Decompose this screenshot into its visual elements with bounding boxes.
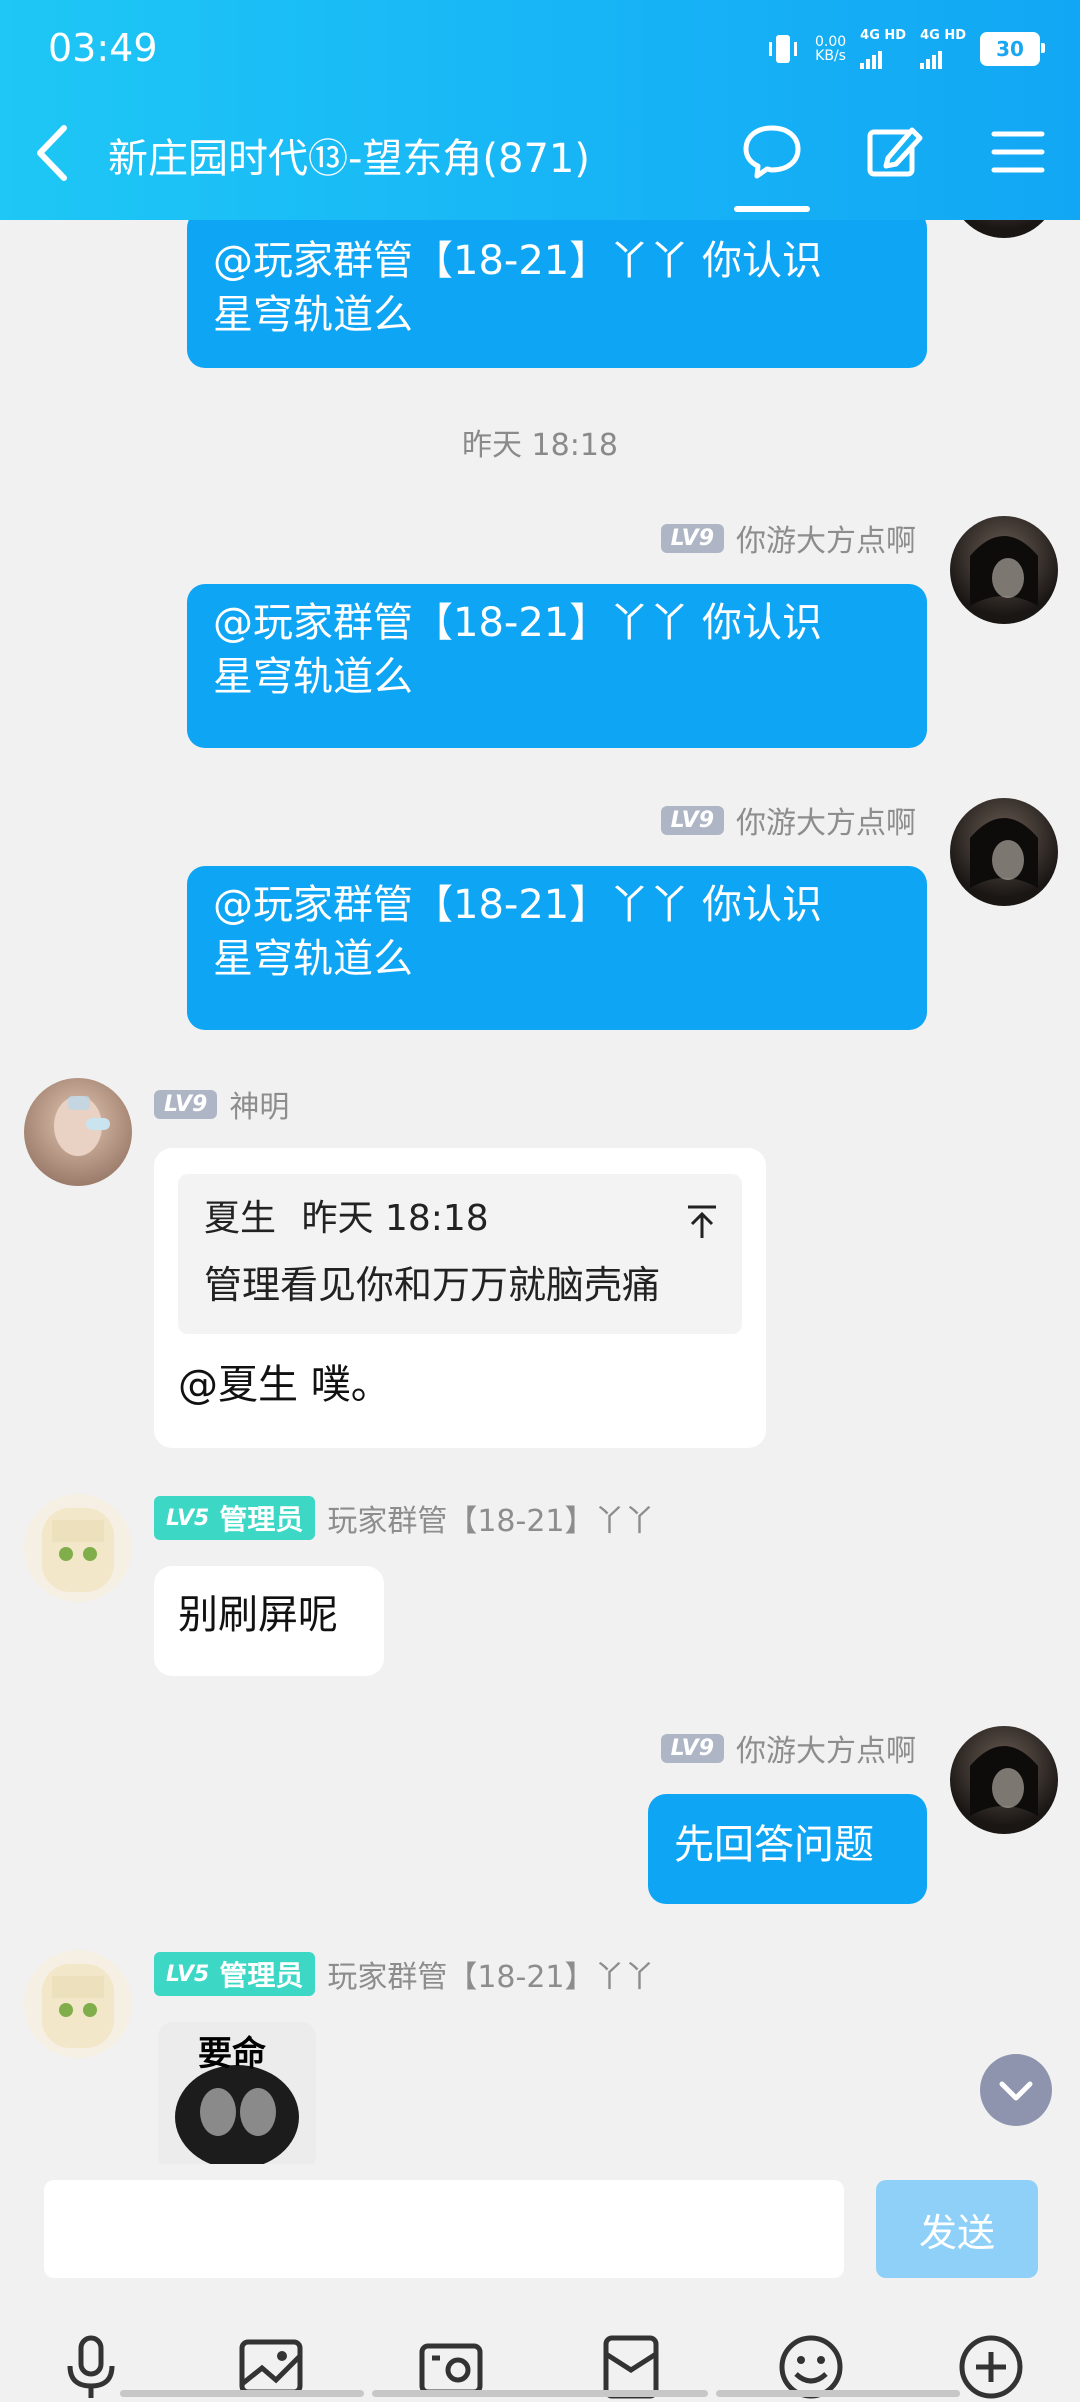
- message-text: 别刷屏呢: [178, 1592, 338, 1638]
- microphone-icon[interactable]: [56, 2332, 126, 2402]
- battery-indicator: 30: [980, 31, 1045, 66]
- avatar[interactable]: [950, 220, 1058, 238]
- chat-icon[interactable]: [740, 120, 804, 184]
- sender-name[interactable]: 玩家群管【18-21】丫丫: [327, 1496, 654, 1540]
- sender-name[interactable]: 玩家群管【18-21】丫丫: [327, 1952, 654, 1996]
- app-header: 03:49 0.00 KB/s 4G HD 4G HD 30 新庄园时代⑬-望东…: [0, 0, 1080, 220]
- chevron-down-icon: [999, 2081, 1033, 2101]
- chat-scroll-area[interactable]: @玩家群管【18-21】丫丫 你认识 星穹轨道么 昨天 18:18 LV9 你游…: [0, 220, 1080, 2164]
- message-text: 先回答问题: [674, 1822, 874, 1868]
- input-bar: 发送: [0, 2164, 1080, 2400]
- admin-badge: LV5 管理员: [154, 1496, 316, 1540]
- level-badge: LV9: [660, 805, 724, 835]
- sticker-image[interactable]: 要命: [158, 2022, 316, 2164]
- avatar-image: [970, 1746, 1038, 1816]
- menu-icon[interactable]: [986, 120, 1050, 184]
- avatar-image: [42, 1964, 114, 2048]
- sender-info: LV9 你游大方点啊: [660, 516, 916, 560]
- time-separator: 昨天 18:18: [462, 428, 618, 463]
- jump-to-original-icon[interactable]: [686, 1204, 718, 1240]
- quote-time: 昨天 18:18: [301, 1198, 489, 1239]
- avatar[interactable]: [950, 798, 1058, 906]
- message-bubble[interactable]: @玩家群管【18-21】丫丫 你认识 星穹轨道么: [187, 584, 927, 748]
- sim2-signal: 4G HD: [920, 28, 966, 69]
- nav-indicator: [716, 2390, 960, 2397]
- scroll-to-bottom-button[interactable]: [980, 2054, 1052, 2126]
- avatar[interactable]: [24, 1494, 132, 1602]
- message-input[interactable]: [44, 2180, 844, 2278]
- quoted-message[interactable]: 夏生 昨天 18:18 管理看见你和万万就脑壳痛: [178, 1174, 742, 1334]
- avatar[interactable]: [24, 1950, 132, 2058]
- back-icon[interactable]: [30, 120, 74, 186]
- sender-info: LV9 你游大方点啊: [660, 1726, 916, 1770]
- avatar[interactable]: [950, 1726, 1058, 1834]
- avatar-image: [970, 536, 1038, 606]
- status-icons: 0.00 KB/s 4G HD 4G HD 30: [765, 28, 1045, 69]
- sender-name[interactable]: 神明: [229, 1082, 289, 1126]
- chat-title: 新庄园时代⑬-望东角(871): [108, 136, 590, 182]
- sender-name[interactable]: 你游大方点啊: [736, 798, 916, 842]
- sender-name[interactable]: 你游大方点啊: [736, 516, 916, 560]
- avatar-image: [54, 1096, 110, 1156]
- message-bubble[interactable]: 先回答问题: [648, 1794, 927, 1904]
- message-bubble[interactable]: 别刷屏呢: [154, 1566, 384, 1676]
- status-time: 03:49: [48, 26, 158, 70]
- message-text: @夏生 噗。: [178, 1362, 391, 1408]
- avatar-image: [970, 818, 1038, 888]
- sender-info: LV5 管理员 玩家群管【18-21】丫丫: [154, 1952, 655, 1996]
- level-badge: LV9: [154, 1089, 218, 1119]
- sender-info: LV5 管理员 玩家群管【18-21】丫丫: [154, 1496, 655, 1540]
- level-badge: LV9: [660, 1733, 724, 1763]
- send-button[interactable]: 发送: [876, 2180, 1038, 2278]
- sender-info: LV9 神明: [154, 1082, 289, 1126]
- quote-text: 管理看见你和万万就脑壳痛: [204, 1263, 661, 1307]
- active-tab-indicator: [734, 206, 810, 212]
- message-bubble[interactable]: 夏生 昨天 18:18 管理看见你和万万就脑壳痛 @夏生 噗。: [154, 1148, 766, 1448]
- sticker-text: 要命: [198, 2034, 266, 2074]
- avatar-image: [42, 1508, 114, 1592]
- level-badge: LV9: [660, 523, 724, 553]
- avatar[interactable]: [950, 516, 1058, 624]
- sender-info: LV9 你游大方点啊: [660, 798, 916, 842]
- avatar[interactable]: [24, 1078, 132, 1186]
- quote-author: 夏生: [204, 1198, 277, 1239]
- message-bubble[interactable]: @玩家群管【18-21】丫丫 你认识 星穹轨道么: [187, 866, 927, 1030]
- nav-indicator: [120, 2390, 364, 2397]
- plus-icon[interactable]: [956, 2332, 1026, 2402]
- edit-icon[interactable]: [862, 120, 926, 184]
- net-speed: 0.00 KB/s: [814, 33, 847, 64]
- sim1-signal: 4G HD: [860, 28, 906, 69]
- admin-badge: LV5 管理员: [154, 1952, 316, 1996]
- nav-indicator: [372, 2390, 708, 2397]
- sender-name[interactable]: 你游大方点啊: [736, 1726, 916, 1770]
- message-bubble[interactable]: @玩家群管【18-21】丫丫 你认识 星穹轨道么: [187, 220, 927, 368]
- vibrate-icon: [768, 34, 797, 63]
